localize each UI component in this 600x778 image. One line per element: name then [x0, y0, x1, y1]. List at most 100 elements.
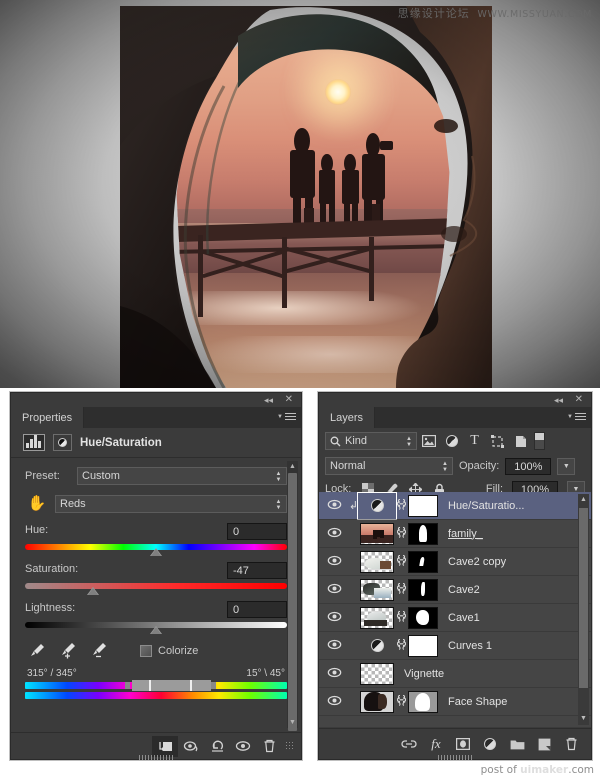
- lightness-slider-knob[interactable]: [150, 626, 162, 634]
- clip-to-layer-icon[interactable]: [152, 735, 178, 757]
- layer-visibility-toggle[interactable]: [321, 527, 347, 541]
- layer-mask-link-icon[interactable]: [394, 582, 408, 598]
- new-group-icon[interactable]: [509, 734, 525, 754]
- lightness-value-input[interactable]: 0: [227, 601, 287, 618]
- filter-enable-toggle[interactable]: [534, 432, 545, 450]
- colorize-checkbox[interactable]: [140, 645, 152, 657]
- layer-visibility-toggle[interactable]: [321, 667, 347, 681]
- layer-visibility-toggle[interactable]: [321, 499, 347, 513]
- hue-slider-knob[interactable]: [150, 548, 162, 556]
- layers-collapse-icon[interactable]: ◂◂: [554, 395, 563, 405]
- hue-range-edge-right[interactable]: [190, 680, 193, 691]
- link-layers-icon[interactable]: [401, 734, 417, 754]
- eyedropper-subtract-icon[interactable]: [91, 642, 108, 660]
- properties-close-icon[interactable]: ✕: [285, 395, 293, 405]
- layer-thumbnail[interactable]: [360, 662, 394, 685]
- layer-row-hue-saturatio[interactable]: ↲ Hue/Saturatio...: [319, 492, 591, 520]
- layer-mask-thumbnail[interactable]: [408, 522, 438, 545]
- layer-thumbnail[interactable]: [360, 690, 394, 713]
- saturation-value-input[interactable]: -47: [227, 562, 287, 579]
- hue-range-bar-top[interactable]: [25, 680, 287, 691]
- layer-name[interactable]: Curves 1: [448, 640, 492, 652]
- layers-scroll-thumb[interactable]: [579, 508, 588, 688]
- layers-scrollbar[interactable]: ▲ ▼: [578, 494, 589, 725]
- layer-mask-thumbnail[interactable]: [408, 578, 438, 601]
- preset-select[interactable]: Custom ▲ ▼: [77, 467, 287, 485]
- layer-style-fx-icon[interactable]: fx: [428, 734, 444, 754]
- layer-thumbnail[interactable]: [360, 606, 394, 629]
- layer-mask-thumbnail[interactable]: [408, 690, 438, 713]
- new-adjustment-layer-icon[interactable]: [482, 734, 498, 754]
- layer-visibility-toggle[interactable]: [321, 583, 347, 597]
- layer-mask-link-icon[interactable]: [394, 610, 408, 626]
- scroll-down-arrow-icon[interactable]: ▼: [287, 717, 298, 728]
- layer-mask-link-icon[interactable]: [394, 638, 408, 654]
- adjustment-layer-filter-icon[interactable]: [440, 431, 463, 451]
- layer-visibility-toggle[interactable]: [321, 695, 347, 709]
- layer-mask-thumbnail[interactable]: [408, 606, 438, 629]
- eyedropper-icon[interactable]: [29, 642, 46, 660]
- colorize-checkbox-row[interactable]: Colorize: [140, 645, 198, 657]
- opacity-dropdown-icon[interactable]: ▼: [557, 457, 576, 475]
- layer-row-family[interactable]: family_: [319, 520, 591, 548]
- tab-properties[interactable]: Properties: [11, 407, 85, 428]
- layer-visibility-toggle[interactable]: [321, 639, 347, 653]
- layer-row-cave1[interactable]: Cave1: [319, 604, 591, 632]
- layer-row-cave2-copy[interactable]: Cave2 copy: [319, 548, 591, 576]
- layer-mask-thumbnail[interactable]: [408, 550, 438, 573]
- channel-select[interactable]: Reds ▲ ▼: [55, 495, 287, 513]
- layer-thumbnail[interactable]: [360, 578, 394, 601]
- layer-mask-link-icon[interactable]: [394, 694, 408, 710]
- layer-filter-kind-select[interactable]: Kind ▲ ▼: [325, 432, 417, 450]
- hue-range-edge-left[interactable]: [149, 680, 152, 691]
- layer-mask-link-icon[interactable]: [394, 554, 408, 570]
- layers-panel-menu-button[interactable]: ▼: [567, 411, 586, 422]
- lightness-slider[interactable]: [25, 622, 287, 634]
- delete-layer-icon[interactable]: [563, 734, 579, 754]
- layer-visibility-toggle[interactable]: [321, 555, 347, 569]
- type-layer-filter-icon[interactable]: T: [463, 431, 486, 451]
- layers-scroll-up-icon[interactable]: ▲: [578, 494, 589, 506]
- layer-row-vignette[interactable]: Vignette: [319, 660, 591, 688]
- layer-row-face-shape[interactable]: Face Shape: [319, 688, 591, 716]
- toggle-visibility-icon[interactable]: [230, 736, 256, 757]
- view-previous-state-icon[interactable]: [178, 736, 204, 757]
- adjustment-layer-thumbnail[interactable]: [360, 635, 394, 657]
- smart-object-filter-icon[interactable]: [509, 431, 532, 451]
- saturation-slider[interactable]: [25, 583, 287, 595]
- layer-mask-thumbnail[interactable]: [408, 634, 438, 657]
- blend-mode-select[interactable]: Normal ▲ ▼: [325, 457, 453, 475]
- panel-resize-grip[interactable]: [285, 741, 295, 751]
- delete-icon[interactable]: [256, 736, 282, 757]
- properties-scrollbar[interactable]: ▲ ▼: [287, 461, 298, 731]
- opacity-value-input[interactable]: 100%: [505, 457, 552, 475]
- layer-name[interactable]: Hue/Saturatio...: [448, 500, 524, 512]
- layer-name[interactable]: Face Shape: [448, 696, 507, 708]
- hue-range-falloff-right[interactable]: [211, 682, 217, 689]
- layer-row-cave2[interactable]: Cave2: [319, 576, 591, 604]
- scroll-up-arrow-icon[interactable]: ▲: [287, 461, 298, 472]
- layer-name[interactable]: family_: [448, 528, 483, 540]
- add-layer-mask-icon[interactable]: [455, 734, 471, 754]
- hue-range-falloff-left[interactable]: [124, 682, 130, 689]
- layer-name[interactable]: Cave2: [448, 584, 480, 596]
- adjustment-layer-thumbnail[interactable]: [357, 492, 397, 520]
- new-layer-icon[interactable]: [536, 734, 552, 754]
- hue-slider[interactable]: [25, 544, 287, 556]
- properties-panel-menu-button[interactable]: ▼: [277, 411, 296, 422]
- reset-icon[interactable]: [204, 736, 230, 757]
- saturation-slider-knob[interactable]: [87, 587, 100, 595]
- layer-row-curves-1[interactable]: Curves 1: [319, 632, 591, 660]
- layer-name[interactable]: Vignette: [404, 668, 444, 680]
- layer-name[interactable]: Cave2 copy: [448, 556, 506, 568]
- pixel-layer-filter-icon[interactable]: [417, 431, 440, 451]
- properties-collapse-icon[interactable]: ◂◂: [264, 395, 273, 405]
- layer-thumbnail[interactable]: [360, 522, 394, 545]
- hue-value-input[interactable]: 0: [227, 523, 287, 540]
- layer-mask-link-icon[interactable]: [394, 526, 408, 542]
- properties-scroll-thumb[interactable]: [288, 473, 297, 731]
- layer-name[interactable]: Cave1: [448, 612, 480, 624]
- hue-range-selection[interactable]: [132, 680, 211, 691]
- layer-visibility-toggle[interactable]: [321, 611, 347, 625]
- shape-layer-filter-icon[interactable]: [486, 431, 509, 451]
